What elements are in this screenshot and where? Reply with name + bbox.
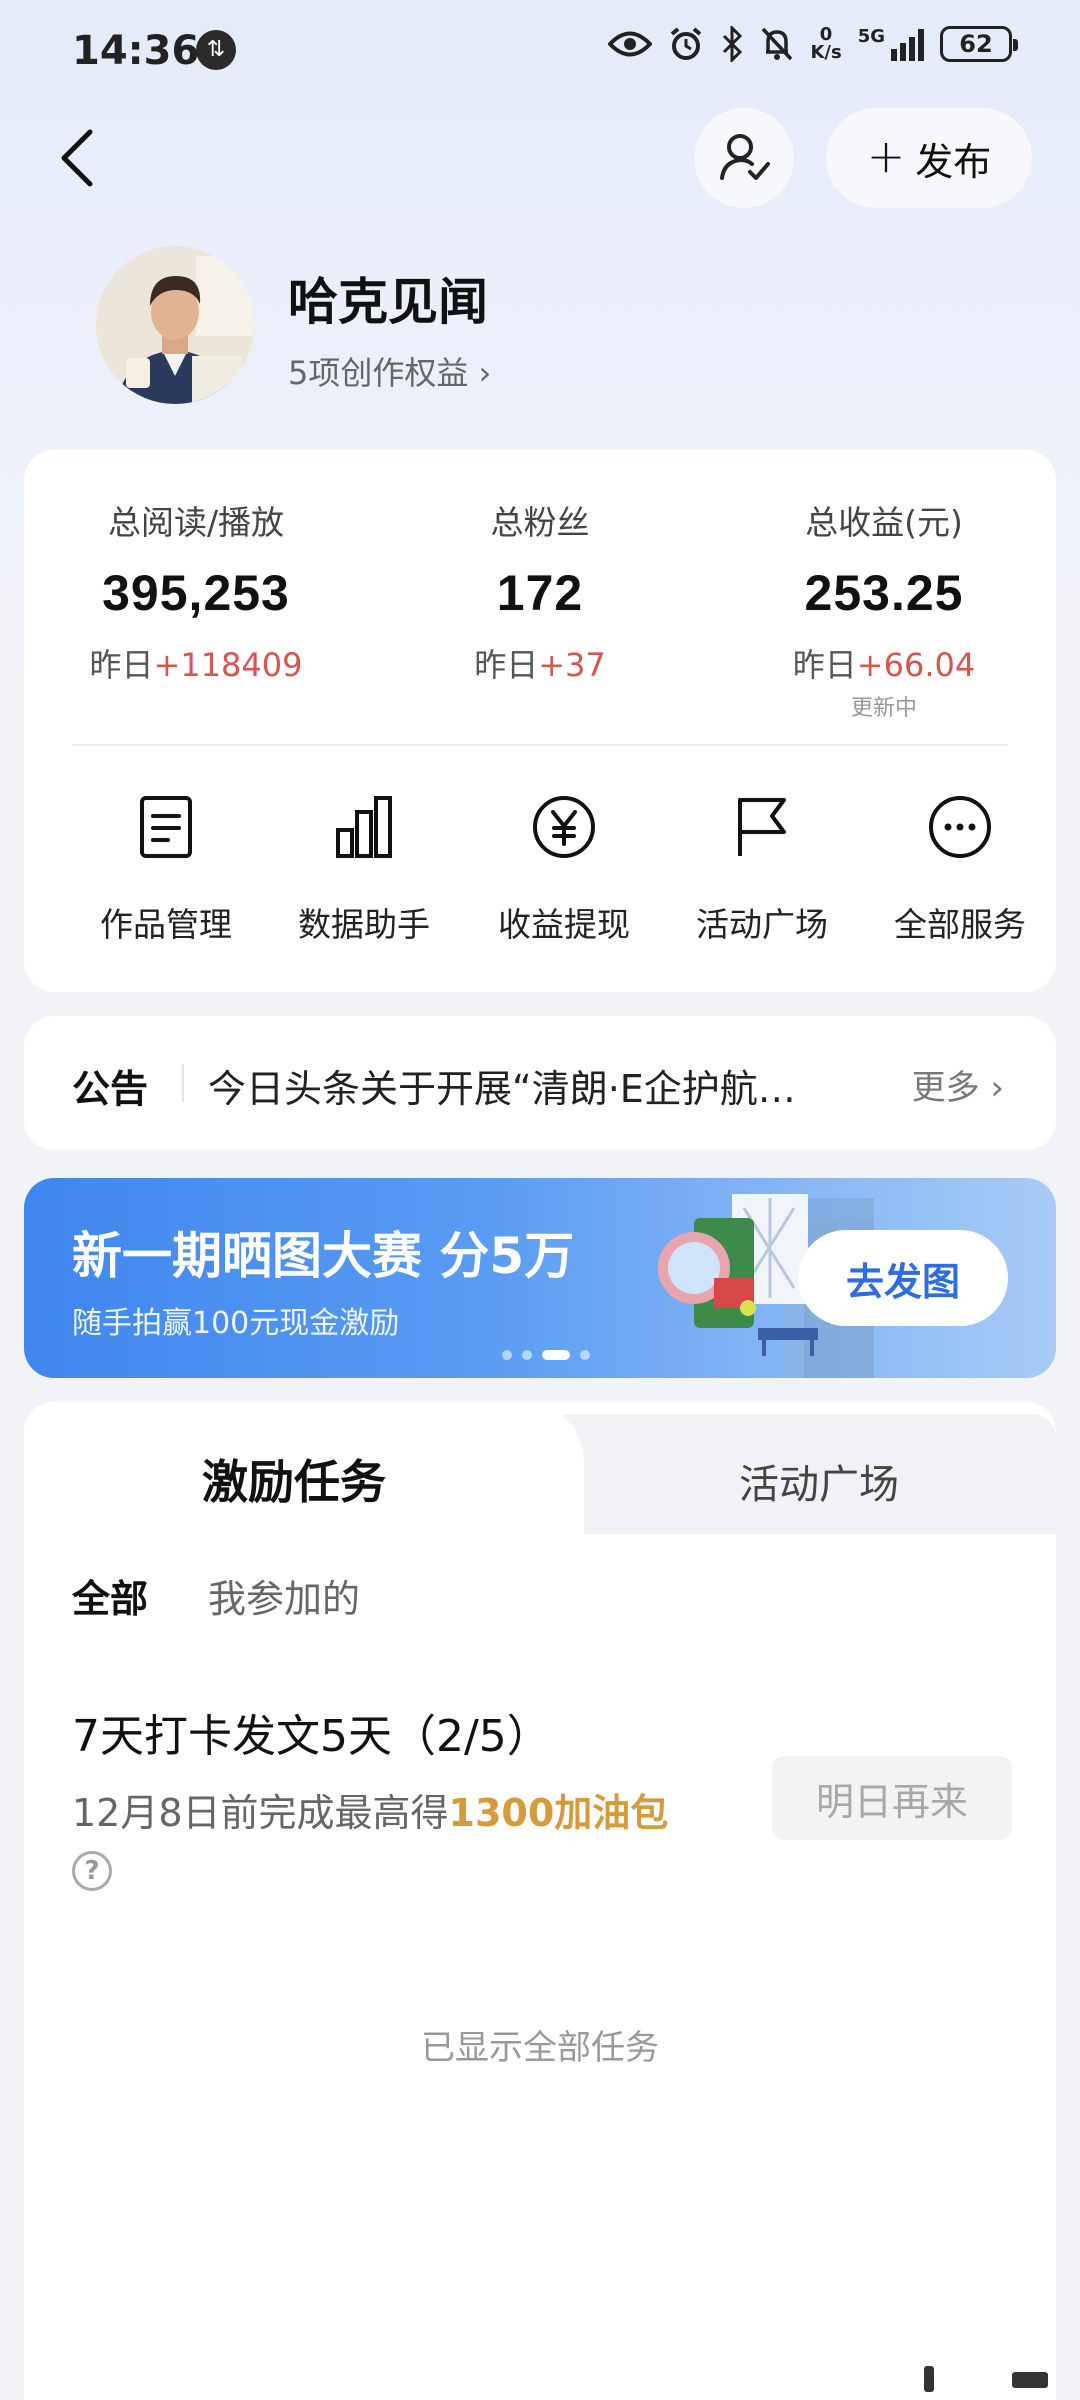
announcement-bar[interactable]: 公告 今日头条关于开展“清朗·E企护航… 更多 › <box>24 1016 1056 1150</box>
document-icon <box>140 796 192 858</box>
tool-label: 活动广场 <box>696 905 828 944</box>
filter-all[interactable]: 全部 <box>72 1568 148 1623</box>
stat-value: 253.25 <box>804 565 964 621</box>
tab-incentive-tasks[interactable]: 激励任务 <box>24 1402 584 1538</box>
stat-delta: 昨日+37 <box>368 640 712 686</box>
task-name: 7天打卡发文5天（2/5） <box>72 1711 551 1762</box>
bluetooth-icon <box>723 26 743 62</box>
stat-total-fans[interactable]: 总粉丝 172 昨日+37 <box>368 496 712 686</box>
tool-label: 作品管理 <box>100 905 232 944</box>
network-speed-unit: K/s <box>810 42 842 63</box>
promo-banner[interactable]: 新一期晒图大赛 分5万 随手拍赢100元现金激励 去发图 <box>24 1178 1056 1378</box>
avatar-photo <box>96 246 254 404</box>
bar-chart-icon <box>336 796 392 858</box>
stat-total-reads[interactable]: 总阅读/播放 395,253 昨日+118409 <box>24 496 368 686</box>
stat-delta-prefix: 昨日 <box>792 646 857 684</box>
stat-value: 172 <box>496 565 584 621</box>
carousel-indicator <box>502 1350 590 1360</box>
task-action-button[interactable]: 明日再来 <box>772 1756 1012 1840</box>
tab-label: 活动广场 <box>739 1462 899 1508</box>
tool-label: 数据助手 <box>298 905 430 944</box>
carousel-dot <box>522 1350 532 1360</box>
announcement-tag: 公告 <box>72 1067 149 1111</box>
publish-label: 发布 <box>915 139 992 184</box>
stats-card: 总阅读/播放 395,253 昨日+118409 总粉丝 172 昨日+37 总… <box>24 450 1056 992</box>
filter-joined[interactable]: 我参加的 <box>208 1568 360 1623</box>
stat-total-earnings[interactable]: 总收益(元) 253.25 昨日+66.04 更新中 <box>712 496 1056 722</box>
tasks-panel: 活动广场 激励任务 全部 我参加的 7天打卡发文5天（2/5） 12月8日前完成… <box>24 1402 1056 2400</box>
stat-delta-value: +37 <box>538 646 606 684</box>
signal-icon <box>891 27 924 61</box>
task-filters: 全部 我参加的 <box>72 1568 360 1623</box>
tool-all-services[interactable]: 全部服务 <box>860 790 1060 946</box>
avatar[interactable] <box>96 246 254 404</box>
chevron-left-icon <box>61 129 93 187</box>
carousel-dot <box>502 1350 512 1360</box>
yen-icon <box>533 796 595 858</box>
banner-title: 新一期晒图大赛 分5万 <box>72 1227 575 1285</box>
publish-button[interactable]: + 发布 <box>826 108 1032 208</box>
stat-label: 总粉丝 <box>490 503 590 542</box>
list-end-text: 已显示全部任务 <box>421 2028 659 2068</box>
network-type: 5G <box>857 25 885 47</box>
home-indicator-icon <box>924 2366 1048 2392</box>
more-icon <box>929 796 991 858</box>
announcement-more-link[interactable]: 更多 › <box>912 1060 1004 1109</box>
battery-icon: 62 <box>940 26 1018 62</box>
battery-level: 62 <box>959 30 993 58</box>
profile-name: 哈克见闻 <box>288 273 488 331</box>
stat-value: 395,253 <box>102 565 290 621</box>
divider <box>72 744 1008 746</box>
task-item: 7天打卡发文5天（2/5） 12月8日前完成最高得1300加油包 ? 明日再来 <box>72 1700 1012 1900</box>
tool-label: 全部服务 <box>894 905 1026 944</box>
carousel-dot-active <box>542 1350 570 1360</box>
status-bar: 14:36 ⇅ 0 K/s 5G 62 <box>0 0 1080 100</box>
creator-perks-link[interactable]: 5项创作权益 › <box>288 348 491 394</box>
tool-label: 收益提现 <box>498 905 630 944</box>
task-reward: 1300加油包 <box>448 1791 669 1835</box>
stat-delta: 昨日+66.04 <box>712 640 1056 686</box>
mute-bell-icon <box>762 27 793 61</box>
network-speed: 0 K/s <box>810 26 841 62</box>
status-icons: 0 K/s 5G 62 <box>608 25 1018 62</box>
plus-icon: + <box>866 129 906 183</box>
task-desc-prefix: 12月8日前完成最高得 <box>72 1791 449 1835</box>
user-check-icon <box>720 134 770 180</box>
stat-delta: 昨日+118409 <box>24 640 368 686</box>
divider <box>182 1064 184 1102</box>
home-indicator <box>0 2360 1080 2400</box>
data-transfer-icon: ⇅ <box>196 30 236 70</box>
stat-label: 总收益(元) <box>805 503 963 542</box>
stat-label: 总阅读/播放 <box>107 503 285 542</box>
banner-subtitle: 随手拍赢100元现金激励 <box>72 1306 400 1341</box>
tab-label: 激励任务 <box>202 1455 386 1509</box>
task-tabs: 活动广场 激励任务 <box>24 1402 1056 1538</box>
stat-delta-value: +66.04 <box>856 646 976 684</box>
alarm-icon <box>671 27 702 60</box>
stat-delta-value: +118409 <box>153 646 303 684</box>
help-icon[interactable]: ? <box>72 1851 112 1891</box>
tool-earnings-withdraw[interactable]: 收益提现 <box>464 790 664 946</box>
stat-delta-prefix: 昨日 <box>474 646 539 684</box>
tool-data-assistant[interactable]: 数据助手 <box>264 790 464 946</box>
flag-icon <box>738 798 786 856</box>
tool-activity-square[interactable]: 活动广场 <box>662 790 862 946</box>
stat-delta-prefix: 昨日 <box>89 646 154 684</box>
back-button[interactable] <box>50 118 110 198</box>
eye-icon <box>608 31 653 57</box>
updating-note: 更新中 <box>850 696 917 721</box>
tool-works-management[interactable]: 作品管理 <box>66 790 266 946</box>
banner-cta-button[interactable]: 去发图 <box>798 1230 1008 1326</box>
status-time: 14:36 <box>72 28 200 74</box>
announcement-text[interactable]: 今日头条关于开展“清朗·E企护航… <box>208 1058 868 1113</box>
user-check-button[interactable] <box>694 108 794 208</box>
carousel-dot <box>580 1350 590 1360</box>
